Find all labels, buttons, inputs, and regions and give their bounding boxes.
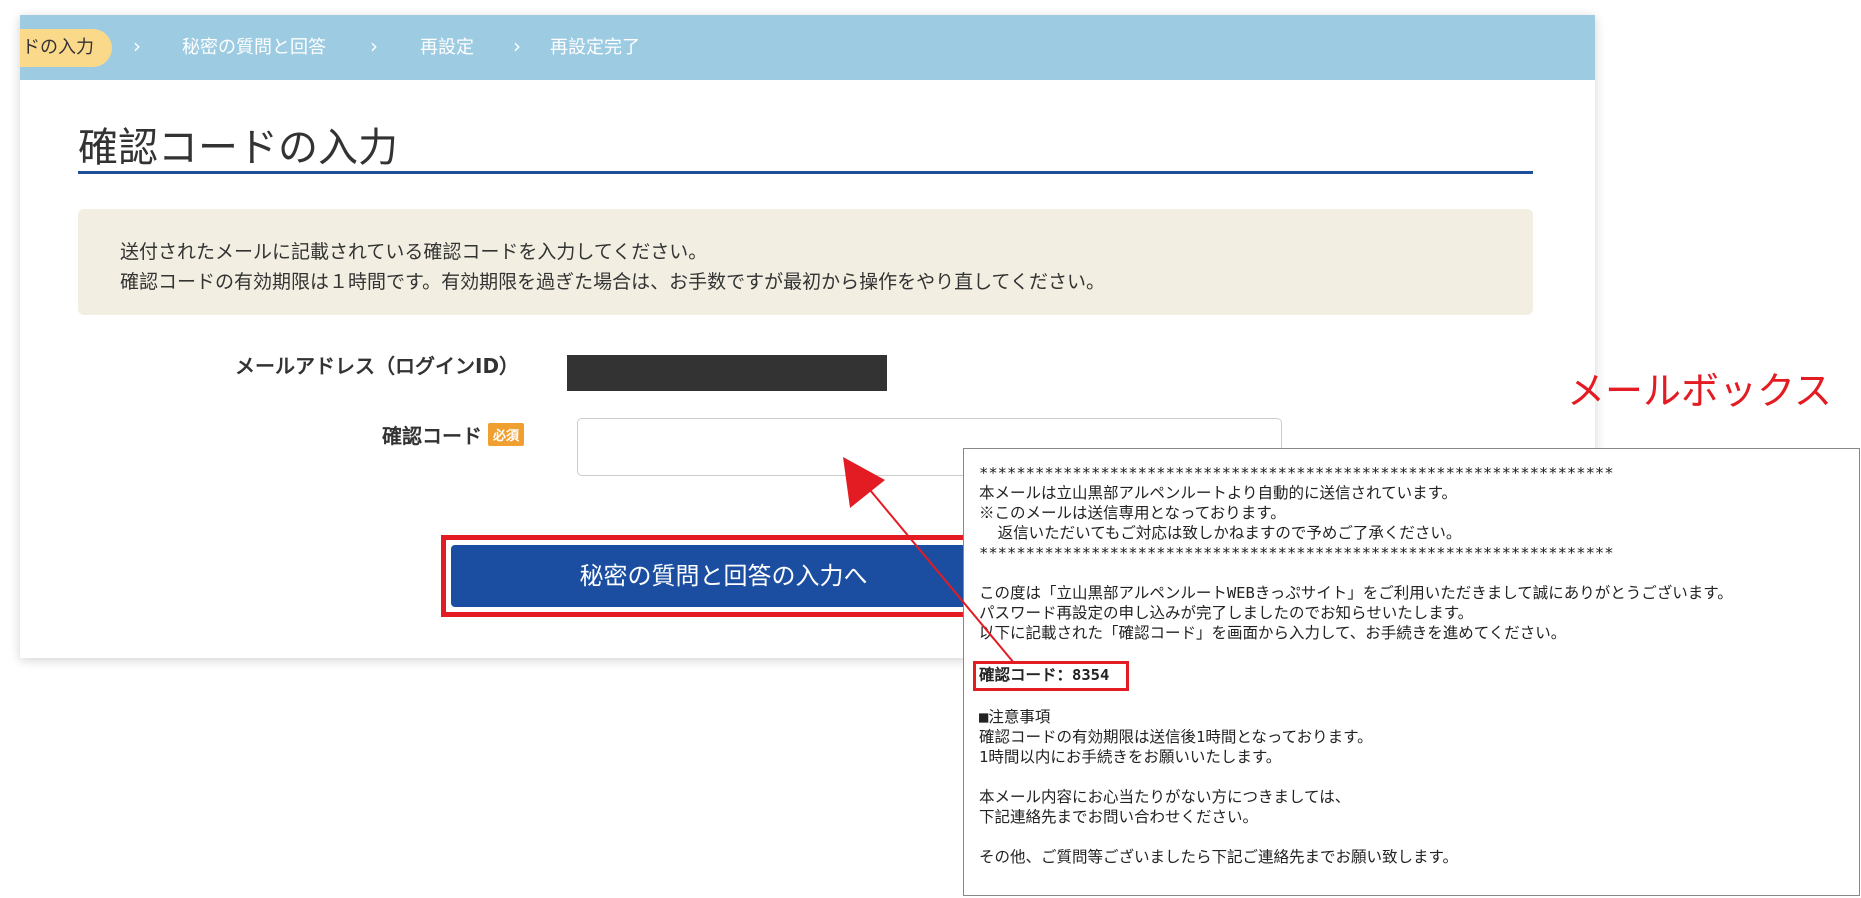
- arrow-annotation: [843, 457, 1015, 664]
- arrow-line-icon: [869, 489, 1015, 664]
